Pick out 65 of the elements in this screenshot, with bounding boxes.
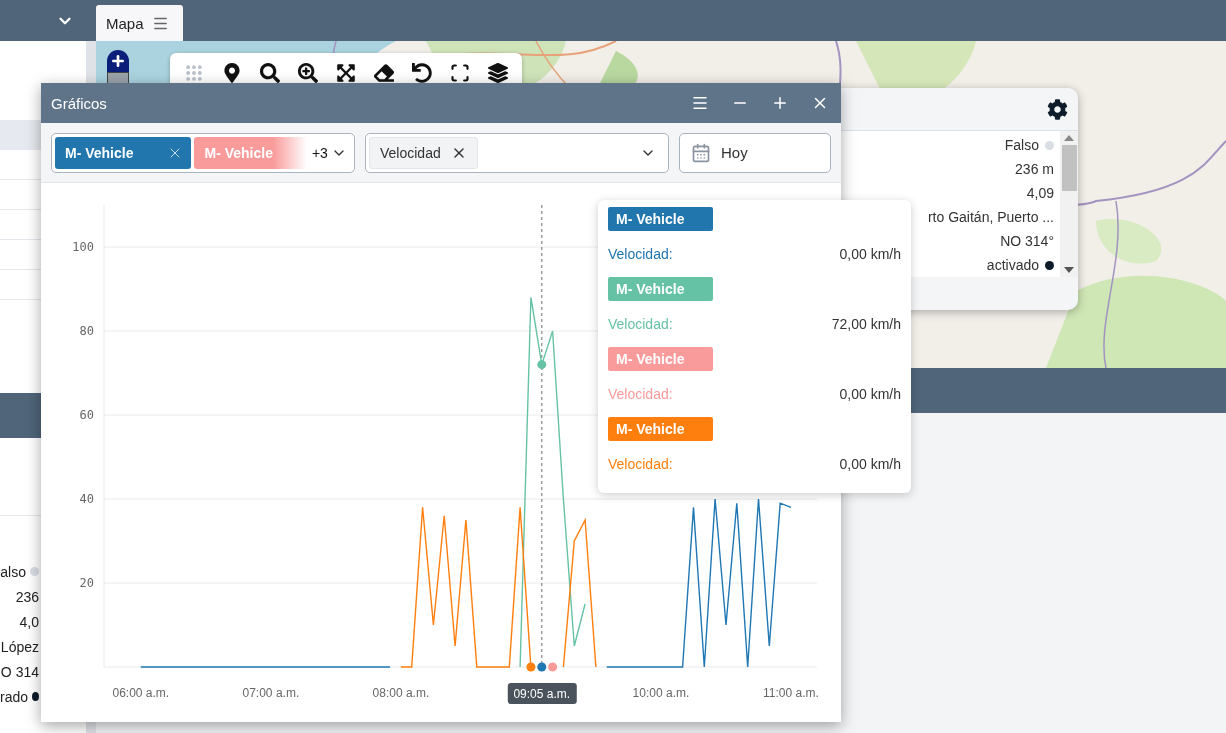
search-icon[interactable]: [260, 63, 280, 83]
metric-label: Velocidad:: [608, 456, 673, 472]
axis-label: 10:00 a.m.: [632, 686, 690, 700]
field-value: 236: [15, 588, 39, 605]
scroll-up-icon[interactable]: [1064, 135, 1074, 141]
scroll-down-icon[interactable]: [1064, 267, 1074, 273]
variable-chip[interactable]: Velocidad: [369, 136, 478, 169]
vehicle-tag: M- Vehicle: [608, 347, 713, 371]
axis-label: 07:00 a.m.: [242, 686, 300, 700]
date-field[interactable]: Hoy: [679, 132, 831, 173]
field-value: López: [0, 638, 39, 655]
axis-label: 11:00 a.m.: [763, 686, 819, 700]
settings-icon[interactable]: [1047, 98, 1068, 120]
metric-value: 0,00 km/h: [839, 456, 901, 472]
axis-label: 08:00 a.m.: [372, 686, 430, 700]
eraser-icon[interactable]: [374, 63, 394, 83]
fullscreen-icon[interactable]: [450, 63, 470, 83]
map-tab[interactable]: Mapa: [96, 5, 183, 41]
field-value: O 314: [0, 663, 39, 680]
vehicle-chip[interactable]: M- Vehicle: [55, 136, 192, 169]
grip-icon[interactable]: [184, 63, 204, 83]
data-point: [537, 360, 547, 370]
field-value: also: [0, 563, 26, 580]
vehicle-tag: M- Vehicle: [608, 417, 713, 441]
metric-label: Velocidad:: [608, 246, 673, 262]
zoom-in-icon[interactable]: [298, 63, 318, 83]
scrollbar-thumb[interactable]: [1061, 145, 1077, 191]
variable-select[interactable]: Velocidad: [365, 132, 669, 173]
more-count: +3: [311, 144, 328, 161]
field-value: rto Gaitán, Puerto ...: [927, 209, 1054, 225]
calendar-icon: [691, 142, 711, 163]
crosshair-label: 09:05 a.m.: [507, 683, 577, 704]
axis-label: 100: [72, 240, 94, 254]
undo-icon[interactable]: [412, 63, 432, 83]
field-value: NO 314°: [1000, 233, 1054, 249]
field-value: 4,09: [1026, 185, 1054, 201]
metric-label: Velocidad:: [608, 386, 673, 402]
axis-label: 20: [79, 576, 94, 590]
map-pin-icon[interactable]: [222, 63, 242, 83]
metric-value: 0,00 km/h: [839, 386, 901, 402]
maximize-icon[interactable]: [771, 94, 789, 112]
field-value: 236 m: [1015, 161, 1054, 177]
data-point: [537, 662, 547, 672]
field-value: Falso: [1004, 137, 1039, 153]
metric-label: Velocidad:: [608, 316, 673, 332]
field-value: rado: [0, 688, 29, 705]
plus-icon: [110, 53, 126, 69]
field-value: activado: [986, 257, 1039, 273]
metric-value: 0,00 km/h: [839, 246, 901, 262]
window-title: Gráficos: [51, 94, 107, 112]
vehicle-tag: M- Vehicle: [608, 277, 713, 301]
data-point: [526, 662, 536, 672]
axis-label: 06:00 a.m.: [112, 686, 170, 700]
field-value: 4,0: [19, 613, 39, 630]
zoom-in-button[interactable]: [107, 50, 129, 72]
data-point: [547, 661, 559, 673]
layers-icon[interactable]: [488, 63, 508, 83]
menu-icon[interactable]: [691, 94, 709, 112]
vehicle-tag: M- Vehicle: [608, 207, 713, 231]
axis-label: 60: [79, 408, 94, 422]
axis-label: 80: [79, 324, 94, 338]
expand-arrows-icon[interactable]: [336, 63, 356, 83]
axis-label: 40: [79, 492, 94, 506]
metric-value: 72,00 km/h: [831, 316, 901, 332]
vehicle-select[interactable]: M- Vehicle M- Vehicle +3: [51, 132, 355, 173]
